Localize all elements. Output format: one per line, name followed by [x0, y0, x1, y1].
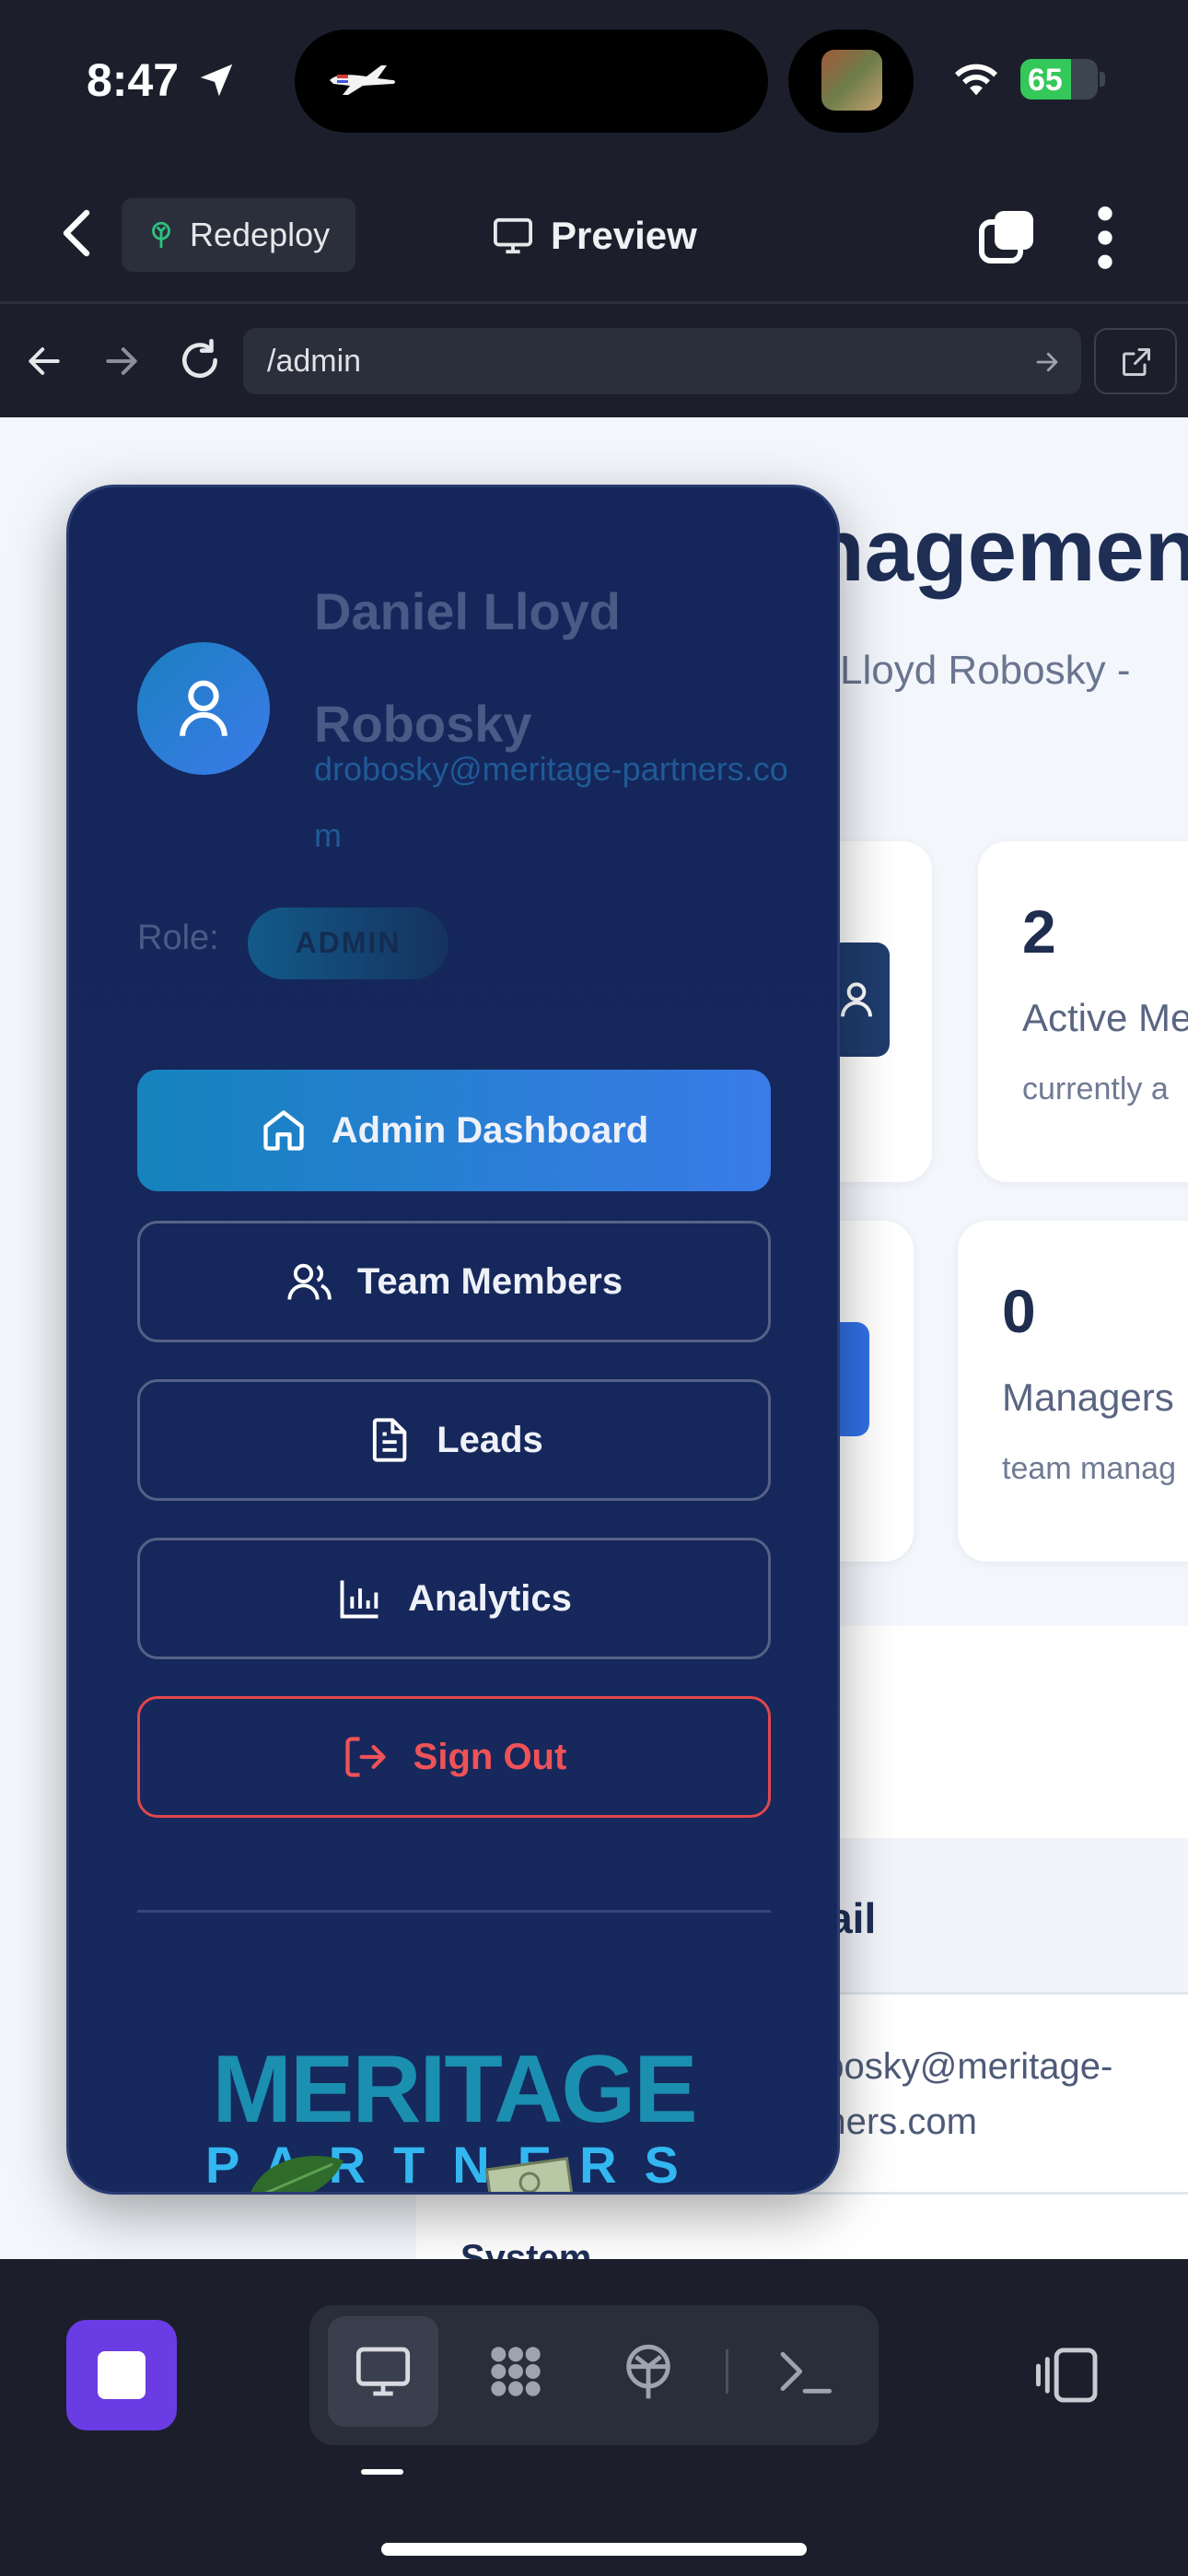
leads-button[interactable]: Leads [137, 1379, 771, 1501]
leads-label: Leads [437, 1419, 543, 1460]
bottom-toolbar [0, 2259, 1188, 2576]
selected-indicator [361, 2469, 403, 2475]
open-external-button[interactable] [1094, 328, 1177, 394]
stat-label: Active Me [1022, 996, 1188, 1039]
view-switcher [309, 2305, 879, 2445]
logo-wordmark: MERITAGE [212, 2036, 697, 2143]
stat-caption: currently a [1022, 1071, 1169, 1107]
avatar [137, 642, 270, 775]
analytics-label: Analytics [408, 1577, 572, 1619]
stat-number: 2 [1022, 897, 1056, 966]
stat-card-managers: 0 Managers team manag [958, 1221, 1188, 1562]
redeploy-label: Redeploy [190, 216, 331, 253]
now-playing-island[interactable] [788, 29, 914, 133]
stat-card-active-members: 2 Active Me currently a [978, 841, 1188, 1182]
go-arrow-icon[interactable] [1033, 348, 1061, 376]
redeploy-button[interactable]: Redeploy [122, 198, 355, 272]
tabs-icon[interactable] [978, 207, 1037, 266]
sign-out-label: Sign Out [413, 1736, 567, 1777]
role-label: Role: [137, 919, 219, 957]
status-bar: 8:47 65 [0, 0, 1188, 161]
home-icon [263, 1110, 304, 1151]
browser-url-row: /admin [0, 304, 1188, 417]
sign-out-button[interactable]: Sign Out [137, 1696, 771, 1818]
monitor-icon [355, 2347, 411, 2396]
team-members-label: Team Members [356, 1260, 623, 1302]
bar-chart-icon [340, 1580, 379, 1619]
url-input[interactable]: /admin [243, 328, 1081, 394]
home-indicator [381, 2543, 807, 2556]
chevron-left-icon[interactable] [59, 209, 96, 257]
admin-dashboard-button[interactable]: Admin Dashboard [137, 1070, 771, 1191]
stat-number: 0 [1002, 1277, 1036, 1345]
desktop-view-button[interactable] [328, 2316, 438, 2427]
now-playing-artwork [821, 50, 882, 111]
battery-percent: 65 [1028, 63, 1063, 98]
url-text: /admin [267, 344, 362, 379]
table-cell-role: System [460, 2238, 592, 2259]
more-vertical-icon[interactable] [1092, 205, 1118, 270]
terminal-button[interactable] [750, 2316, 860, 2427]
preview-label: Preview [551, 214, 697, 257]
deploy-tree-icon [152, 221, 170, 249]
preview-tab[interactable]: Preview [492, 204, 697, 268]
user-icon [841, 982, 872, 1017]
status-time: 8:47 [87, 54, 180, 106]
user-icon [180, 680, 227, 736]
document-icon [373, 1418, 407, 1462]
stop-icon [98, 2351, 146, 2399]
location-arrow-icon [200, 64, 233, 97]
divider [137, 1910, 771, 1913]
log-out-icon [345, 1737, 386, 1777]
apps-button[interactable] [460, 2316, 571, 2427]
device-layout-icon[interactable] [1031, 2346, 1100, 2405]
separator [726, 2349, 728, 2394]
table-cell-email: obosky@meritage-rtners.com [803, 2046, 1113, 2142]
wifi-icon [955, 64, 997, 96]
role-badge: ADMIN [248, 907, 448, 979]
sidebar-drawer: Daniel Lloyd Robosky drobosky@meritage-p… [66, 485, 840, 2195]
users-icon [287, 1263, 332, 1300]
page-title: nagemen [810, 501, 1188, 600]
user-email: drobosky@meritage-partners.com [314, 750, 788, 854]
stop-button[interactable] [66, 2320, 177, 2430]
terminal-icon [780, 2351, 833, 2394]
dynamic-island[interactable] [295, 29, 768, 133]
battery-charging-icon: 65 [1020, 59, 1098, 100]
stat-label: Managers [1002, 1376, 1174, 1419]
team-members-button[interactable]: Team Members [137, 1221, 771, 1342]
deploy-tree-icon [626, 2344, 670, 2399]
arrow-left-icon[interactable] [24, 341, 64, 381]
external-link-icon [1123, 348, 1150, 376]
page-subtitle: l Lloyd Robosky - [820, 648, 1131, 693]
admin-dashboard-label: Admin Dashboard [331, 1109, 649, 1151]
leaf-icon [250, 2156, 344, 2192]
money-icon [484, 2157, 574, 2192]
monitor-icon [494, 217, 532, 254]
apps-grid-icon [491, 2347, 541, 2396]
battery-tip [1100, 72, 1105, 87]
deploy-button[interactable] [593, 2316, 704, 2427]
role-badge-text: ADMIN [295, 926, 402, 959]
reload-icon[interactable] [177, 337, 223, 383]
airplane-live-activity-icon [330, 65, 395, 95]
stat-caption: team manag [1002, 1451, 1176, 1486]
analytics-button[interactable]: Analytics [137, 1538, 771, 1659]
arrow-right-icon[interactable] [101, 341, 142, 381]
app-toolbar: Redeploy Preview [0, 161, 1188, 304]
